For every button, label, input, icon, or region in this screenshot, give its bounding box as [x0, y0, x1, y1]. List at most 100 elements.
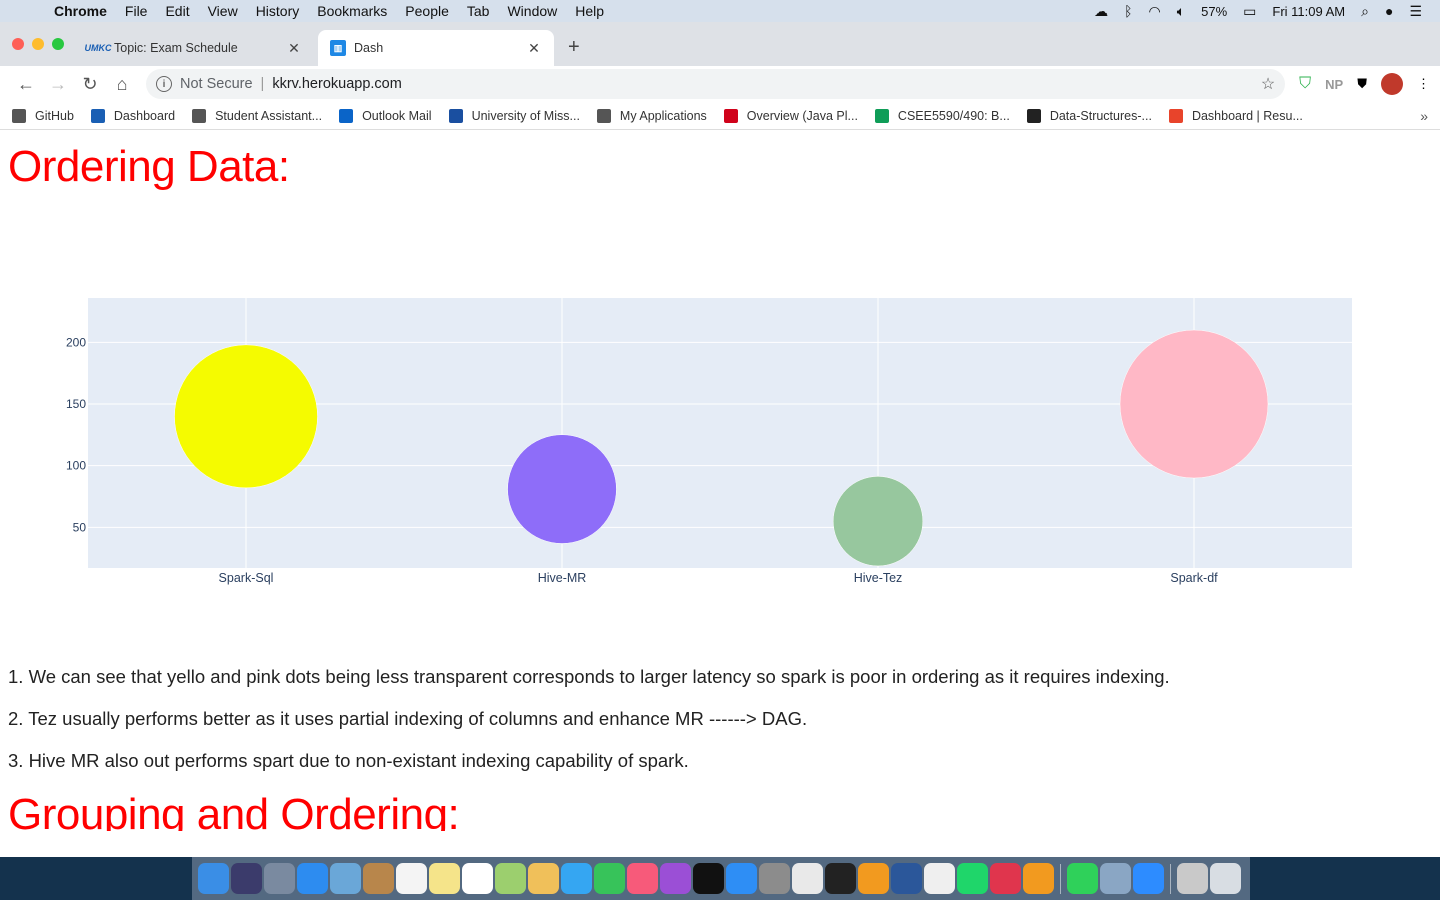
bubble-hive-tez[interactable] [832, 476, 924, 567]
finder-icon[interactable] [198, 863, 229, 894]
security-status[interactable]: Not Secure [180, 76, 253, 92]
menu-window[interactable]: Window [507, 3, 557, 19]
menu-bookmarks[interactable]: Bookmarks [317, 3, 387, 19]
menu-app-name[interactable]: Chrome [54, 3, 107, 19]
bookmark-star-icon[interactable]: ☆ [1261, 74, 1275, 94]
volume-icon[interactable]: 🔈︎ [1177, 3, 1185, 20]
bubble-spark-df[interactable] [1119, 329, 1269, 479]
battery-percent[interactable]: 57% [1201, 4, 1227, 19]
menu-edit[interactable]: Edit [165, 3, 189, 19]
github-icon [12, 108, 26, 123]
np-extension-icon[interactable]: NP [1325, 77, 1343, 92]
calendar-icon[interactable] [396, 863, 427, 894]
page-heading: Ordering Data: [8, 142, 290, 191]
wallet-icon[interactable] [1100, 863, 1131, 894]
chrome-icon[interactable] [792, 863, 823, 894]
bubble-chart[interactable]: 50100150200 Spark-Sql Hive-MR Hive-Tez Spar… [0, 298, 1440, 598]
menubar-clock[interactable]: Fri 11:09 AM [1272, 4, 1345, 19]
safari-icon[interactable] [297, 863, 328, 894]
sublime-text-icon[interactable] [858, 863, 889, 894]
reminders-icon[interactable] [462, 863, 493, 894]
downloads-stack-icon[interactable] [1177, 863, 1208, 894]
address-bar[interactable]: i Not Secure | kkrv.herokuapp.com ☆ [146, 69, 1286, 99]
facetime-icon[interactable] [594, 863, 625, 894]
close-window-button[interactable] [12, 38, 24, 50]
contacts-icon[interactable] [363, 863, 394, 894]
sheets-icon [874, 108, 889, 123]
tab-strip: UMKC Topic: Exam Schedule ✕ ▥ Dash ✕ + [0, 22, 1440, 66]
profile-avatar[interactable] [1381, 73, 1403, 95]
adblock-shield-icon[interactable]: ⛉ [1299, 75, 1311, 93]
chrome-menu-icon[interactable]: ⋮ [1417, 76, 1430, 92]
wifi-icon[interactable]: ◠ [1149, 3, 1161, 20]
privacy-shield-icon[interactable]: ⛊ [1357, 76, 1367, 92]
bookmark-item[interactable]: Student Assistant... [192, 108, 322, 123]
bookmark-item[interactable]: CSEE5590/490: B... [874, 108, 1010, 123]
menu-view[interactable]: View [208, 3, 238, 19]
bookmark-item[interactable]: My Applications [596, 108, 707, 123]
apple-tv-icon[interactable] [693, 863, 724, 894]
site-info-icon[interactable]: i [156, 76, 172, 92]
messages-icon[interactable] [561, 863, 592, 894]
bookmark-label: Overview (Java Pl... [746, 108, 858, 123]
bookmark-item[interactable]: University of Miss... [448, 108, 580, 123]
close-tab-icon[interactable]: ✕ [286, 40, 302, 57]
podcasts-icon[interactable] [660, 863, 691, 894]
notification-center-icon[interactable]: ☰ [1409, 3, 1422, 20]
menu-history[interactable]: History [256, 3, 300, 19]
word-icon[interactable] [891, 863, 922, 894]
bookmark-item[interactable]: GitHub [12, 108, 74, 123]
siri-icon[interactable]: ● [1385, 3, 1393, 19]
pycharm-icon[interactable] [957, 863, 988, 894]
back-arrow-icon[interactable]: ← [10, 74, 42, 95]
bookmark-item[interactable]: Data-Structures-... [1026, 108, 1152, 123]
app-store-icon[interactable] [726, 863, 757, 894]
sublime-merge-icon[interactable] [1023, 863, 1054, 894]
photos-icon[interactable] [528, 863, 559, 894]
notes-icon[interactable] [429, 863, 460, 894]
bookmark-item[interactable]: Dashboard | Resu... [1168, 108, 1303, 123]
fullscreen-window-button[interactable] [52, 38, 64, 50]
cloud-icon[interactable]: ☁ [1094, 3, 1108, 20]
url-text[interactable]: kkrv.herokuapp.com [272, 76, 401, 92]
siri-icon[interactable] [231, 863, 262, 894]
bookmark-item[interactable]: Outlook Mail [339, 108, 432, 123]
zoom-icon[interactable] [1133, 863, 1164, 894]
tab-exam-schedule[interactable]: UMKC Topic: Exam Schedule ✕ [78, 30, 314, 66]
trash-icon[interactable] [1210, 863, 1241, 894]
tab-dash[interactable]: ▥ Dash ✕ [318, 30, 554, 66]
menu-help[interactable]: Help [575, 3, 604, 19]
menu-tab[interactable]: Tab [467, 3, 490, 19]
system-preferences-icon[interactable] [759, 863, 790, 894]
reload-icon[interactable]: ↻ [74, 74, 106, 95]
maps-icon[interactable] [495, 863, 526, 894]
bookmarks-overflow-icon[interactable]: » [1420, 108, 1428, 124]
textedit-icon[interactable] [924, 863, 955, 894]
page-content: Ordering Data: 50 100 150 200 Spark-Sql Hive… [0, 130, 1440, 831]
macos-menubar: Chrome File Edit View History Bookmarks … [0, 0, 1440, 22]
terminal-icon[interactable] [825, 863, 856, 894]
menu-people[interactable]: People [405, 3, 449, 19]
minimize-window-button[interactable] [32, 38, 44, 50]
intellij-icon[interactable] [990, 863, 1021, 894]
bluetooth-icon[interactable]: ᛒ [1124, 3, 1132, 19]
bubble-hive-mr[interactable] [507, 434, 617, 544]
bubble-spark-sql[interactable] [174, 344, 318, 489]
x-tick-label: Spark-Sql [219, 571, 274, 585]
globe-icon [596, 108, 611, 123]
new-tab-icon[interactable]: + [568, 36, 580, 59]
battery-icon[interactable]: ▭ [1243, 3, 1256, 20]
music-icon[interactable] [627, 863, 658, 894]
spotlight-search-icon[interactable]: ⌕ [1361, 3, 1369, 20]
y-tick-label: 150 [66, 397, 86, 411]
preview-icon[interactable] [330, 863, 361, 894]
home-icon[interactable]: ⌂ [106, 74, 138, 95]
menu-file[interactable]: File [125, 3, 148, 19]
close-tab-icon[interactable]: ✕ [526, 40, 542, 57]
forward-arrow-icon[interactable]: → [42, 74, 74, 95]
bookmark-item[interactable]: Dashboard [90, 108, 175, 123]
bookmark-item[interactable]: Overview (Java Pl... [723, 108, 858, 123]
outlook-icon [339, 108, 354, 123]
launchpad-icon[interactable] [264, 863, 295, 894]
whatsapp-icon[interactable] [1067, 863, 1098, 894]
